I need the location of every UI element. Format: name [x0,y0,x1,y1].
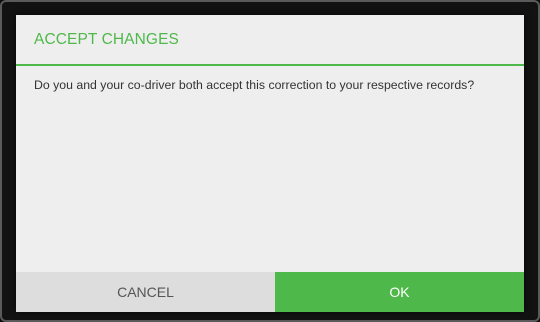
accept-changes-dialog: ACCEPT CHANGES Do you and your co-driver… [16,15,524,312]
dialog-button-bar: CANCEL OK [16,272,524,312]
ok-button[interactable]: OK [275,272,524,312]
dialog-title: ACCEPT CHANGES [16,15,524,66]
device-screen: ACCEPT CHANGES Do you and your co-driver… [0,0,540,322]
dialog-message: Do you and your co-driver both accept th… [34,78,475,92]
cancel-button[interactable]: CANCEL [16,272,275,312]
